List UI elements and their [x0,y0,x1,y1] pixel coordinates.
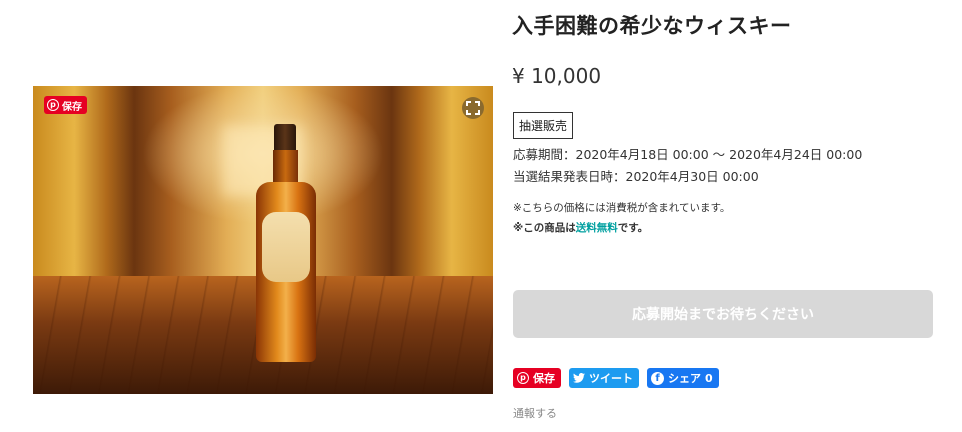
twitter-share-button[interactable]: ツイート [569,368,639,388]
shipping-note-suffix: です。 [617,222,649,234]
product-title: 入手困難の希少なウィスキー [512,14,792,38]
shipping-note-prefix: ※この商品は [513,222,576,234]
shipping-note: ※この商品は送料無料です。 [513,220,648,235]
facebook-share-count: 0 [705,371,713,385]
free-shipping-label: 送料無料 [575,222,618,234]
product-image[interactable] [33,86,493,394]
sale-type-badge: 抽選販売 [513,112,574,139]
pinterest-save-button[interactable]: p 保存 [44,96,87,114]
bottle-label [262,212,310,282]
whisky-bottle-image [256,124,316,364]
pinterest-share-button[interactable]: p 保存 [513,368,561,388]
pinterest-icon: p [47,99,59,111]
product-price: ¥ 10,000 [512,64,602,88]
expand-icon [466,101,480,115]
report-link[interactable]: 通報する [513,405,557,421]
zoom-button[interactable] [462,97,484,119]
facebook-share-label: シェア [668,372,701,385]
tax-note: ※こちらの価格には消費税が含まれています。 [513,202,731,214]
pinterest-save-label: 保存 [62,101,82,113]
share-buttons: p 保存 ツイート f シェア 0 [513,368,719,388]
facebook-icon: f [651,371,664,385]
twitter-bird-icon [573,373,585,383]
facebook-share-button[interactable]: f シェア 0 [647,368,719,388]
result-announcement-date: 当選結果発表日時：2020年4月30日 00:00 [513,169,759,184]
product-page: p 保存 入手困難の希少なウィスキー ¥ 10,000 抽選販売 応募期間：20… [0,0,962,432]
apply-button[interactable]: 応募開始までお待ちください [513,290,933,338]
pinterest-share-label: 保存 [533,372,555,385]
pinterest-icon: p [517,372,529,384]
application-period: 応募期間：2020年4月18日 00:00 〜 2020年4月24日 00:00 [513,147,863,162]
twitter-share-label: ツイート [589,372,633,385]
